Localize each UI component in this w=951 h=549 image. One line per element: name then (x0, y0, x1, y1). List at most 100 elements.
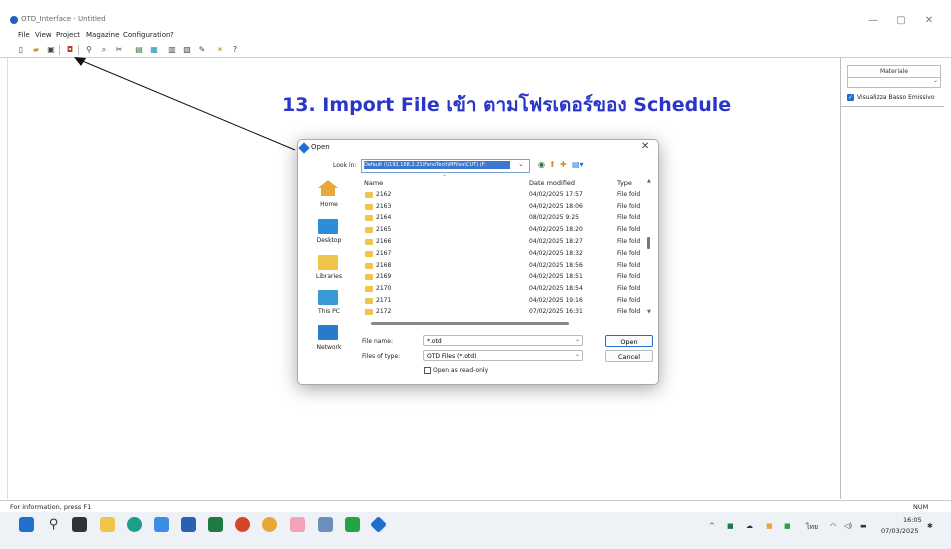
vertical-scrollbar[interactable] (647, 237, 650, 249)
read-only-checkbox[interactable] (424, 367, 431, 374)
app-icon-active[interactable] (290, 517, 305, 532)
place-libraries[interactable]: Libraries (306, 273, 352, 280)
chevron-up-icon[interactable]: ^ (709, 522, 715, 530)
list-item[interactable]: 2172 (365, 308, 391, 315)
home-icon[interactable] (318, 180, 338, 196)
list-item[interactable]: 2167 (365, 250, 391, 257)
scroll-up-icon[interactable]: ▲ (647, 178, 651, 184)
row-type: File fold (617, 191, 641, 198)
file-type-select[interactable]: OTD Files (*.otd) (423, 350, 583, 361)
view-menu-icon[interactable]: ▤▾ (572, 160, 584, 169)
list-item[interactable]: 2168 (365, 262, 391, 269)
chat-icon[interactable] (345, 517, 360, 532)
chrome-icon[interactable] (262, 517, 277, 532)
row-date: 04/02/2025 18:54 (529, 285, 583, 292)
column-type[interactable]: Type (617, 179, 632, 187)
start-icon[interactable] (19, 517, 34, 532)
back-icon[interactable]: ◉ (538, 160, 545, 169)
this-pc-icon[interactable] (318, 290, 338, 305)
file-explorer-icon[interactable] (100, 517, 115, 532)
excel-icon[interactable] (208, 517, 223, 532)
instruction-annotation: 13. Import File เข้า ตามโฟรเดอร์ของ Sche… (282, 94, 732, 116)
row-type: File fold (617, 285, 641, 292)
chevron-down-icon[interactable]: ⌄ (575, 351, 580, 358)
open-button[interactable]: Open (605, 335, 653, 347)
clock-time[interactable]: 16:05 (903, 516, 922, 524)
row-date: 04/02/2025 17:57 (529, 191, 583, 198)
list-item[interactable]: 2169 (365, 273, 391, 280)
file-name-input[interactable]: *.otd (423, 335, 583, 346)
scroll-down-icon[interactable]: ▼ (647, 309, 651, 315)
row-type: File fold (617, 238, 641, 245)
list-item[interactable]: 2163 (365, 203, 391, 210)
row-date: 07/02/2025 16:31 (529, 308, 583, 315)
folder-icon (365, 191, 373, 198)
folder-icon (365, 214, 373, 221)
status-text: For information, press F1 (10, 503, 92, 511)
folder-icon (365, 308, 373, 315)
folder-icon (365, 203, 373, 210)
task-view-icon[interactable] (72, 517, 87, 532)
network-icon[interactable] (318, 325, 338, 340)
input-language[interactable]: ไทย (806, 522, 818, 533)
place-this-pc[interactable]: This PC (306, 308, 352, 315)
place-home[interactable]: Home (306, 201, 352, 208)
folder-icon (365, 238, 373, 245)
wifi-icon[interactable]: ◠ (830, 522, 836, 530)
clock-date[interactable]: 07/03/2025 (881, 527, 918, 535)
list-item[interactable]: 2170 (365, 285, 391, 292)
tray-chat-icon[interactable]: ■ (784, 522, 791, 530)
folder-icon (365, 250, 373, 257)
row-type: File fold (617, 226, 641, 233)
new-folder-icon[interactable]: ✚ (560, 160, 567, 169)
horizontal-scrollbar[interactable] (371, 322, 569, 325)
notification-icon[interactable]: ✱ (927, 522, 933, 530)
edge-icon[interactable] (127, 517, 142, 532)
look-in-value: Default (\\192.168.2.21\FenoTech\MFiles\… (364, 161, 510, 169)
row-date: 04/02/2025 18:56 (529, 262, 583, 269)
remote-desktop-icon[interactable] (318, 517, 333, 532)
column-date[interactable]: Date modified (529, 179, 575, 187)
row-type: File fold (617, 250, 641, 257)
list-item[interactable]: 2162 (365, 191, 391, 198)
search-icon[interactable]: ⚲ (46, 517, 61, 532)
file-name-label: File name: (362, 338, 393, 345)
row-date: 04/02/2025 19:16 (529, 297, 583, 304)
cancel-button[interactable]: Cancel (605, 350, 653, 362)
tray-app-icon[interactable]: ■ (727, 522, 734, 530)
dialog-title: Open (311, 143, 330, 151)
list-item[interactable]: 2171 (365, 297, 391, 304)
read-only-label: Open as read-only (433, 367, 489, 374)
outlook-icon[interactable] (181, 517, 196, 532)
row-date: 04/02/2025 18:27 (529, 238, 583, 245)
cloud-icon[interactable]: ☁ (746, 522, 753, 530)
up-folder-icon[interactable]: ⬆ (549, 160, 556, 169)
folder-icon (365, 262, 373, 269)
row-date: 04/02/2025 18:32 (529, 250, 583, 257)
folder-icon (365, 297, 373, 304)
row-date: 08/02/2025 9:25 (529, 214, 579, 221)
tray-sync-icon[interactable]: ■ (766, 522, 773, 530)
column-name[interactable]: Name (364, 179, 383, 187)
row-type: File fold (617, 262, 641, 269)
folder-icon (365, 226, 373, 233)
volume-icon[interactable]: ◁) (844, 522, 852, 530)
copilot-icon[interactable] (154, 517, 169, 532)
powerpoint-icon[interactable] (235, 517, 250, 532)
row-type: File fold (617, 297, 641, 304)
chevron-down-icon[interactable]: ⌄ (575, 336, 580, 343)
row-date: 04/02/2025 18:20 (529, 226, 583, 233)
chevron-down-icon[interactable]: ⌄ (518, 160, 524, 168)
place-network[interactable]: Network (306, 344, 352, 351)
list-item[interactable]: 2164 (365, 214, 391, 221)
desktop-icon[interactable] (318, 219, 338, 234)
row-type: File fold (617, 203, 641, 210)
row-date: 04/02/2025 18:06 (529, 203, 583, 210)
list-item[interactable]: 2166 (365, 238, 391, 245)
place-desktop[interactable]: Desktop (306, 237, 352, 244)
battery-icon[interactable]: ▬ (860, 522, 867, 530)
sort-indicator-icon: ⌃ (442, 174, 448, 181)
list-item[interactable]: 2165 (365, 226, 391, 233)
dialog-close-icon[interactable]: ✕ (641, 141, 649, 152)
libraries-icon[interactable] (318, 255, 338, 270)
